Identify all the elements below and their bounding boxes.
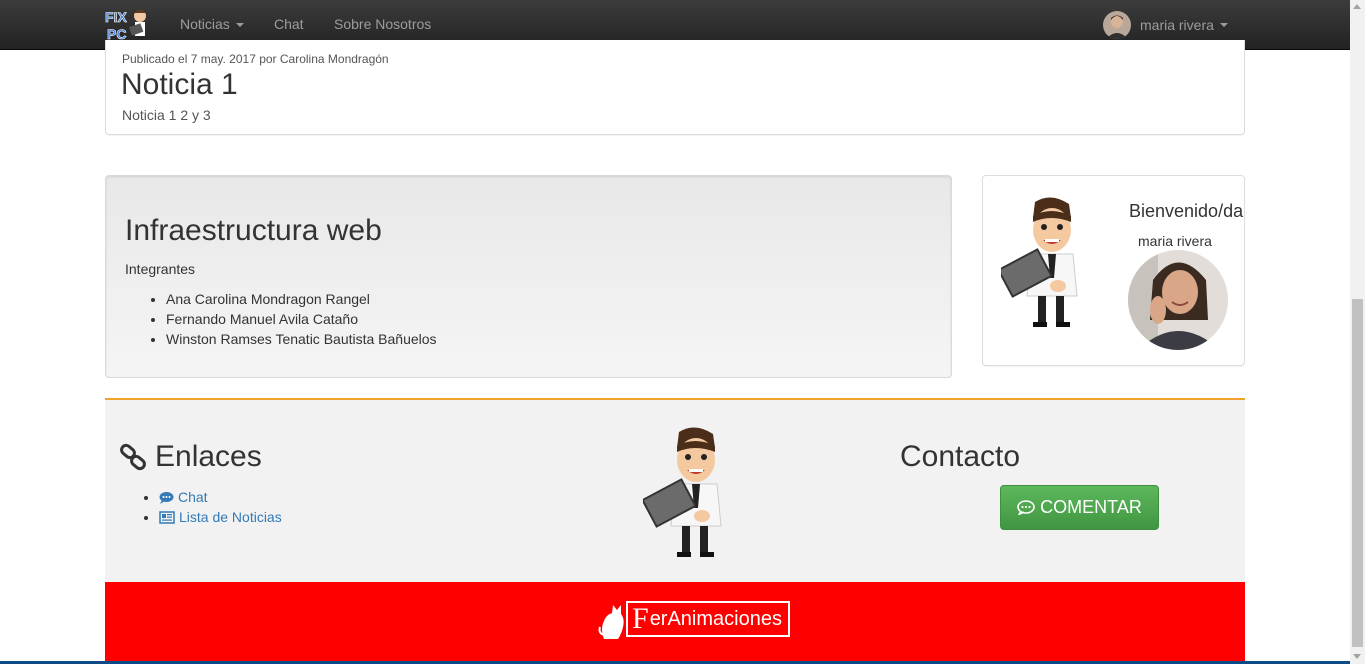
profile-photo (1128, 250, 1228, 350)
user-menu-dropdown[interactable]: maria rivera (1103, 11, 1228, 39)
scrollbar-thumb[interactable] (1352, 299, 1363, 647)
news-meta: Publicado el 7 may. 2017 por Carolina Mo… (122, 52, 389, 66)
footer-links-list: Chat Lista de Noticias (159, 487, 282, 527)
caret-down-icon (1219, 23, 1228, 27)
mascot-illustration (997, 196, 1093, 336)
news-title[interactable]: Noticia 1 (121, 68, 238, 102)
svg-text:FIX: FIX (105, 9, 127, 25)
contact-heading: Contacto (900, 440, 1021, 473)
logo-text: erAnimaciones (649, 607, 782, 630)
mascot-illustration (641, 426, 739, 566)
feranimaciones-logo[interactable]: FerAnimaciones (598, 600, 790, 639)
member-item: Ana Carolina Mondragon Rangel (166, 289, 437, 309)
news-body: Noticia 1 2 y 3 (122, 107, 211, 123)
cat-silhouette-icon (598, 605, 624, 639)
comment-icon (159, 492, 174, 504)
newspaper-icon (159, 511, 175, 524)
members-list: Ana Carolina Mondragon Rangel Fernando M… (166, 289, 437, 349)
news-panel: Publicado el 7 may. 2017 por Carolina Mo… (105, 40, 1245, 135)
footer-link-item: Lista de Noticias (159, 507, 282, 527)
jumbotron-title: Infraestructura web (125, 214, 382, 247)
members-heading: Integrantes (125, 261, 196, 277)
comment-icon (1017, 500, 1035, 515)
footer-red-bar: FerAnimaciones (105, 582, 1245, 664)
link-chain-icon (120, 443, 146, 471)
site-footer: Enlaces Chat (105, 398, 1245, 582)
scroll-up-arrow-icon[interactable] (1353, 4, 1361, 9)
member-item: Winston Ramses Tenatic Bautista Bañuelos (166, 329, 437, 349)
page: FIX PC Noticias Chat Sobre Nosotros mari… (0, 0, 1365, 664)
comment-button[interactable]: COMENTAR (1000, 485, 1159, 530)
links-heading: Enlaces (119, 440, 262, 474)
footer-link-lista-noticias[interactable]: Lista de Noticias (159, 509, 282, 525)
nav-sobre-nosotros[interactable]: Sobre Nosotros (334, 16, 431, 32)
brand-logo[interactable]: FIX PC (104, 6, 150, 44)
member-item: Fernando Manuel Avila Cataño (166, 309, 437, 329)
user-avatar (1103, 11, 1131, 39)
welcome-user-name: maria rivera (1138, 233, 1212, 249)
welcome-panel: Bienvenido/da maria rivera (982, 175, 1245, 366)
footer-link-item: Chat (159, 487, 282, 507)
welcome-title: Bienvenido/da (1129, 201, 1244, 221)
footer-link-chat[interactable]: Chat (159, 489, 208, 505)
caret-down-icon (235, 23, 244, 28)
nav-noticias-dropdown[interactable]: Noticias (180, 16, 244, 32)
nav-chat[interactable]: Chat (274, 16, 304, 32)
logo-letter: F (632, 602, 649, 635)
scroll-down-arrow-icon[interactable] (1353, 654, 1361, 659)
about-jumbotron: Infraestructura web Integrantes Ana Caro… (105, 175, 952, 378)
